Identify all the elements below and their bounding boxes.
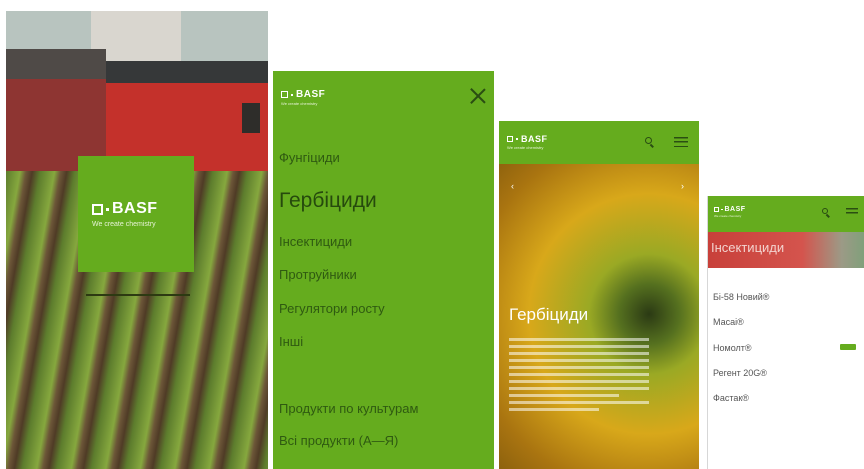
basf-logo: BASF bbox=[281, 89, 325, 100]
brand-name: BASF bbox=[296, 89, 326, 100]
description-line bbox=[509, 352, 649, 355]
search-icon[interactable] bbox=[822, 208, 828, 214]
description-line bbox=[509, 359, 649, 362]
basf-logo: BASF bbox=[92, 200, 194, 218]
herbicides-screen: BASF We create chemistry ‹ › Гербіциди bbox=[499, 121, 699, 469]
description-line bbox=[509, 345, 649, 348]
menu-item-other[interactable]: Інші bbox=[279, 334, 303, 349]
description-line bbox=[509, 366, 649, 369]
description-line bbox=[509, 338, 649, 341]
new-badge bbox=[840, 344, 856, 350]
description-line bbox=[509, 373, 649, 376]
basf-logo-icon bbox=[714, 207, 719, 212]
page-title: Гербіциди bbox=[509, 305, 589, 324]
product-item[interactable]: Бі-58 Новий® bbox=[713, 292, 769, 302]
product-item[interactable]: Номолт® bbox=[713, 343, 752, 353]
app-header: BASF We create chemistry bbox=[499, 121, 699, 164]
menu-item-herbicides[interactable]: Гербіциди bbox=[279, 189, 377, 213]
brand-tagline: We create chemistry bbox=[92, 221, 156, 228]
menu-item-insecticides[interactable]: Інсектициди bbox=[279, 234, 352, 249]
header-logo[interactable]: BASF We create chemistry bbox=[507, 134, 548, 150]
menu-link-all-products[interactable]: Всі продукти (А—Я) bbox=[279, 433, 398, 448]
menu-screen: BASF We create chemistry Фунгіциди Гербі… bbox=[273, 71, 494, 469]
basf-logo-icon bbox=[507, 136, 513, 142]
hamburger-icon[interactable] bbox=[674, 137, 688, 147]
basf-logo-icon bbox=[92, 203, 103, 215]
brand-name: BASF bbox=[112, 200, 158, 217]
close-icon[interactable] bbox=[470, 88, 486, 104]
app-header: BASF We create chemistry bbox=[708, 196, 864, 232]
chevron-right-icon[interactable]: › bbox=[681, 181, 684, 191]
search-icon[interactable] bbox=[645, 137, 652, 144]
insecticides-screen: BASF We create chemistry Інсектициди Бі-… bbox=[707, 196, 864, 469]
page-title: Інсектициди bbox=[711, 240, 785, 255]
hamburger-icon[interactable] bbox=[846, 208, 858, 217]
splash-logo-card: BASF We create chemistry bbox=[78, 156, 194, 272]
description-line bbox=[509, 401, 649, 404]
description-line bbox=[509, 387, 649, 390]
loading-bar bbox=[86, 294, 190, 296]
description-line bbox=[509, 380, 649, 383]
description-line bbox=[509, 394, 619, 397]
header-logo[interactable]: BASF We create chemistry bbox=[714, 206, 746, 218]
basf-logo: BASF bbox=[714, 206, 746, 213]
basf-logo-icon bbox=[281, 91, 288, 98]
product-item[interactable]: Масаі® bbox=[713, 317, 744, 327]
menu-item-seed-treatments[interactable]: Протруйники bbox=[279, 267, 357, 282]
splash-screen: BASF We create chemistry bbox=[6, 11, 268, 469]
description-line bbox=[509, 408, 599, 411]
product-item[interactable]: Фастак® bbox=[713, 393, 749, 403]
brand-tagline: We create chemistry bbox=[281, 101, 318, 106]
brand-name: BASF bbox=[521, 134, 548, 144]
brand-tagline: We create chemistry bbox=[714, 214, 742, 218]
chevron-left-icon[interactable]: ‹ bbox=[511, 181, 514, 191]
menu-item-growth-regulators[interactable]: Регулятори росту bbox=[279, 301, 385, 316]
menu-item-fungicides[interactable]: Фунгіциди bbox=[279, 150, 340, 165]
product-item[interactable]: Регент 20G® bbox=[713, 368, 767, 378]
basf-logo: BASF bbox=[507, 134, 548, 144]
menu-header-logo[interactable]: BASF We create chemistry bbox=[281, 89, 325, 106]
brand-tagline: We create chemistry bbox=[507, 145, 544, 150]
brand-name: BASF bbox=[724, 206, 746, 213]
menu-link-by-crop[interactable]: Продукти по культурам bbox=[279, 401, 418, 416]
